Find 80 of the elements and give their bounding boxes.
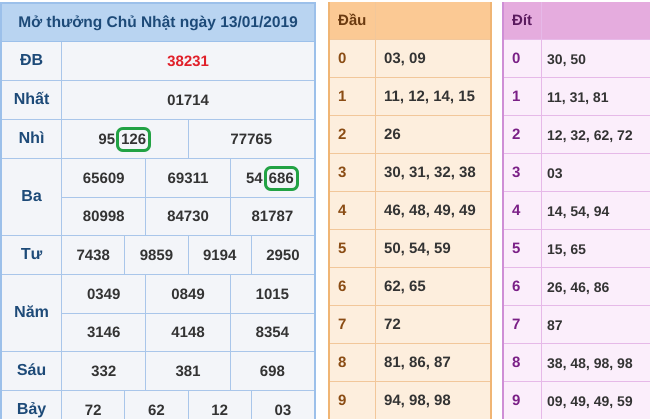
- digit-label: 0: [504, 40, 542, 77]
- number-list: 50, 54, 59: [376, 230, 490, 267]
- column-header: Đít: [504, 2, 542, 39]
- prize-label: Ba: [2, 159, 62, 235]
- number-list: 11, 12, 14, 15: [376, 78, 490, 115]
- number-list: 26, 46, 86: [542, 268, 650, 305]
- prize-number: 3146: [86, 323, 122, 343]
- prize-number: 4148: [145, 314, 230, 351]
- circled-digits: 126: [116, 126, 152, 152]
- prize-number: 698: [230, 352, 314, 390]
- number-list: 81, 86, 87: [376, 344, 490, 381]
- digit-label: 5: [504, 230, 542, 267]
- prize-number: 81787: [230, 198, 314, 235]
- prize-number: 84730: [145, 198, 230, 235]
- prize-label: Năm: [2, 275, 62, 351]
- digit-label: 6: [504, 268, 542, 305]
- number-list: 30, 31, 32, 38: [376, 154, 490, 191]
- prize-label: Tư: [2, 236, 62, 274]
- number-list: 72: [376, 306, 490, 343]
- digit-label: 2: [504, 116, 542, 153]
- prize-number: 2950: [250, 236, 314, 274]
- number-list: 09, 49, 49, 59: [542, 382, 650, 419]
- number-list: 03: [542, 154, 650, 191]
- prize-number: 381: [145, 352, 230, 390]
- prize-number: 65609: [82, 168, 126, 188]
- prize-number: 332: [90, 362, 118, 382]
- prize-label: ĐB: [2, 42, 62, 80]
- digit-label: 9: [330, 382, 376, 419]
- digit-label: 8: [330, 344, 376, 381]
- column-header: Đầu: [330, 2, 376, 39]
- digit-label: 4: [330, 192, 376, 229]
- digit-label: 4: [504, 192, 542, 229]
- number-list: 87: [542, 306, 650, 343]
- prize-number: 80998: [82, 207, 126, 227]
- table-title: Mở thưởng Chủ Nhật ngày 13/01/2019: [2, 4, 314, 42]
- digit-label: 1: [504, 78, 542, 115]
- prize-number: 95: [98, 130, 116, 148]
- prize-number: 9859: [124, 236, 188, 274]
- prize-number: 01714: [166, 90, 210, 110]
- prize-label: Nhất: [2, 81, 62, 119]
- number-list: 46, 48, 49, 49: [376, 192, 490, 229]
- prize-number: 9194: [188, 236, 251, 274]
- number-list: 15, 65: [542, 230, 650, 267]
- digit-label: 6: [330, 268, 376, 305]
- number-list: 11, 31, 81: [542, 78, 650, 115]
- prize-label: Sáu: [2, 352, 62, 390]
- prize-number: 7438: [75, 246, 111, 266]
- digit-label: 7: [504, 306, 542, 343]
- prize-number: 72: [84, 400, 102, 419]
- digit-label: 7: [330, 306, 376, 343]
- digit-label: 1: [330, 78, 376, 115]
- prize-number: 69311: [145, 159, 230, 197]
- prize-number: 03: [250, 391, 314, 419]
- prize-number: 54: [246, 170, 263, 186]
- prize-number: 77765: [188, 120, 314, 158]
- prize-number: 0849: [145, 275, 230, 313]
- number-list: 30, 50: [542, 40, 650, 77]
- circled-digits: 686: [264, 166, 299, 190]
- number-list: 03, 09: [376, 40, 490, 77]
- number-list: 62, 65: [376, 268, 490, 305]
- digit-label: 3: [504, 154, 542, 191]
- number-list: 14, 54, 94: [542, 192, 650, 229]
- digit-label: 9: [504, 382, 542, 419]
- digit-label: 5: [330, 230, 376, 267]
- digit-label: 3: [330, 154, 376, 191]
- prize-number: 38231: [166, 52, 210, 72]
- digit-label: 0: [330, 40, 376, 77]
- prize-number: 1015: [230, 275, 314, 313]
- prize-number: 0349: [86, 284, 122, 304]
- digit-label: 2: [330, 116, 376, 153]
- prize-number: 62: [124, 391, 188, 419]
- number-list: 12, 32, 62, 72: [542, 116, 650, 153]
- number-list: 38, 48, 98, 98: [542, 344, 650, 381]
- prize-number: 12: [188, 391, 251, 419]
- prize-label: Nhì: [2, 120, 62, 158]
- prize-number: 8354: [230, 314, 314, 351]
- digit-label: 8: [504, 344, 542, 381]
- number-list: 26: [376, 116, 490, 153]
- number-list: 94, 98, 98: [376, 382, 490, 419]
- prize-label: Bảy: [2, 391, 62, 419]
